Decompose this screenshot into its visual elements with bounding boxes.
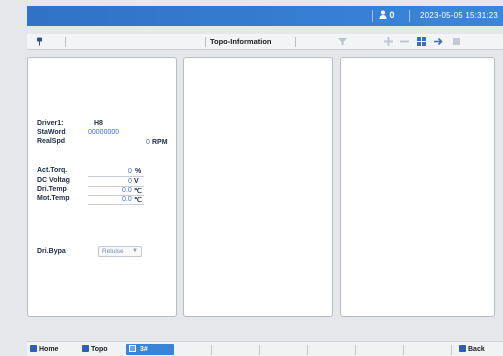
row-label: DC Voltag bbox=[37, 177, 70, 184]
status-bar: 0 2023-05-05 15:31:23 bbox=[27, 6, 503, 26]
user-icon bbox=[379, 10, 387, 19]
chevron-down-icon: ▼ bbox=[132, 248, 138, 254]
arrow-right-icon[interactable] bbox=[433, 36, 444, 47]
torque-value: 0 bbox=[128, 168, 132, 175]
nav-divider bbox=[307, 345, 308, 355]
topo-label: Topo bbox=[91, 346, 108, 353]
stop-icon[interactable] bbox=[451, 36, 462, 47]
nav-divider bbox=[259, 345, 260, 355]
value-underline bbox=[88, 176, 144, 177]
page-title: Topo-Information bbox=[210, 37, 272, 46]
bypass-selected-value: Relulse bbox=[102, 248, 124, 255]
active-drive-button[interactable]: 3# bbox=[126, 344, 174, 355]
nav-divider bbox=[451, 345, 452, 355]
filter-icon[interactable] bbox=[337, 36, 348, 47]
row-label: Act.Torq. bbox=[37, 167, 68, 174]
driver-temp-value: 0.0 bbox=[122, 187, 132, 194]
dc-voltage-value: 0 bbox=[128, 178, 132, 185]
topology-panel bbox=[183, 57, 333, 317]
real-speed-value: 0 bbox=[146, 139, 150, 146]
back-button[interactable]: Back bbox=[459, 345, 485, 353]
toolbar-divider bbox=[205, 37, 206, 47]
nav-divider bbox=[355, 345, 356, 355]
home-icon bbox=[30, 345, 37, 352]
row-label: RealSpd bbox=[37, 138, 66, 145]
motor-temp-value: 0.0 bbox=[122, 196, 132, 203]
home-button[interactable]: Home bbox=[30, 345, 58, 353]
driver-info-panel: Driver1: H8 StaWord 00000000 RealSpd 0 R… bbox=[27, 57, 177, 317]
real-speed-unit: RPM bbox=[152, 139, 168, 146]
user-indicator[interactable]: 0 bbox=[379, 10, 395, 20]
toolbar-divider bbox=[295, 37, 296, 47]
bottom-nav: Home Topo 3# Back bbox=[27, 341, 503, 356]
motor-temp-unit: ℃ bbox=[134, 197, 142, 204]
row-label: Dri.Temp bbox=[37, 186, 67, 193]
status-bar-divider bbox=[409, 10, 410, 22]
home-label: Home bbox=[39, 346, 59, 353]
status-bar-divider bbox=[372, 10, 373, 22]
toolbar: Topo-Information bbox=[27, 34, 503, 50]
user-label: 0 bbox=[389, 10, 395, 20]
driver-temp-unit: ℃ bbox=[134, 188, 142, 195]
row-label: StaWord bbox=[37, 129, 66, 136]
back-label: Back bbox=[468, 346, 485, 353]
nav-divider bbox=[211, 345, 212, 355]
bypass-select[interactable]: Relulse ▼ bbox=[98, 246, 142, 257]
value-underline bbox=[88, 204, 144, 205]
dc-voltage-unit: V bbox=[134, 178, 139, 185]
back-icon bbox=[459, 345, 466, 352]
topo-button[interactable]: Topo bbox=[82, 345, 108, 353]
status-word-value: 00000000 bbox=[88, 129, 120, 136]
datetime: 2023-05-05 15:31:23 bbox=[420, 11, 499, 20]
driver-id-value: H8 bbox=[94, 120, 103, 127]
grid-icon[interactable] bbox=[416, 36, 427, 47]
checkbox-icon bbox=[129, 345, 136, 352]
details-panel bbox=[340, 57, 495, 317]
pin-icon[interactable] bbox=[36, 37, 43, 46]
toolbar-divider bbox=[65, 37, 66, 47]
torque-unit: % bbox=[135, 168, 142, 175]
zoom-in-icon[interactable] bbox=[383, 36, 394, 47]
row-label: Driver1: bbox=[37, 120, 64, 127]
active-drive-label: 3# bbox=[140, 346, 148, 353]
row-label: Mot.Temp bbox=[37, 195, 70, 202]
bypass-label: Dri.Bypa bbox=[37, 248, 66, 255]
nav-divider bbox=[403, 345, 404, 355]
zoom-out-icon[interactable] bbox=[399, 36, 410, 47]
topo-icon bbox=[82, 345, 89, 352]
